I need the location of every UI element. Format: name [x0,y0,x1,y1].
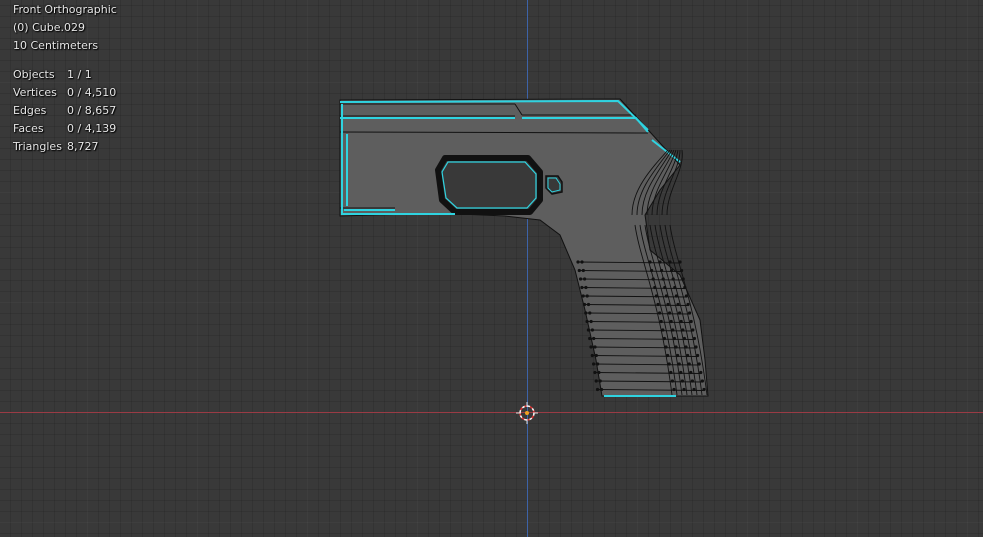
stat-label: Triangles [13,140,62,153]
stat-label: Vertices [13,86,57,99]
statistics-overlay: Objects 1 / 1 Vertices 0 / 4,510 Edges 0… [13,66,116,156]
pistol-mesh[interactable] [0,0,983,537]
stat-label: Objects [13,68,55,81]
stat-row-vertices: Vertices 0 / 4,510 [13,84,116,102]
view-info-overlay: Front Orthographic (0) Cube.029 10 Centi… [13,1,117,55]
stat-row-triangles: Triangles 8,727 [13,138,116,156]
stat-label: Edges [13,104,47,117]
object-label: (0) Cube.029 [13,21,85,34]
stat-value: 1 / 1 [67,68,92,81]
3d-cursor-icon[interactable] [516,402,538,424]
stat-value: 0 / 8,657 [67,104,117,117]
stat-row-objects: Objects 1 / 1 [13,66,116,84]
view-name: Front Orthographic [13,3,117,16]
stat-value: 0 / 4,510 [67,86,117,99]
grid-scale-label: 10 Centimeters [13,39,99,52]
mesh-body [339,98,709,397]
stat-value: 0 / 4,139 [67,122,117,135]
stat-value: 8,727 [67,140,99,153]
stat-row-faces: Faces 0 / 4,139 [13,120,116,138]
stat-label: Faces [13,122,44,135]
stat-row-edges: Edges 0 / 8,657 [13,102,116,120]
3d-viewport[interactable]: Front Orthographic (0) Cube.029 10 Centi… [0,0,983,537]
